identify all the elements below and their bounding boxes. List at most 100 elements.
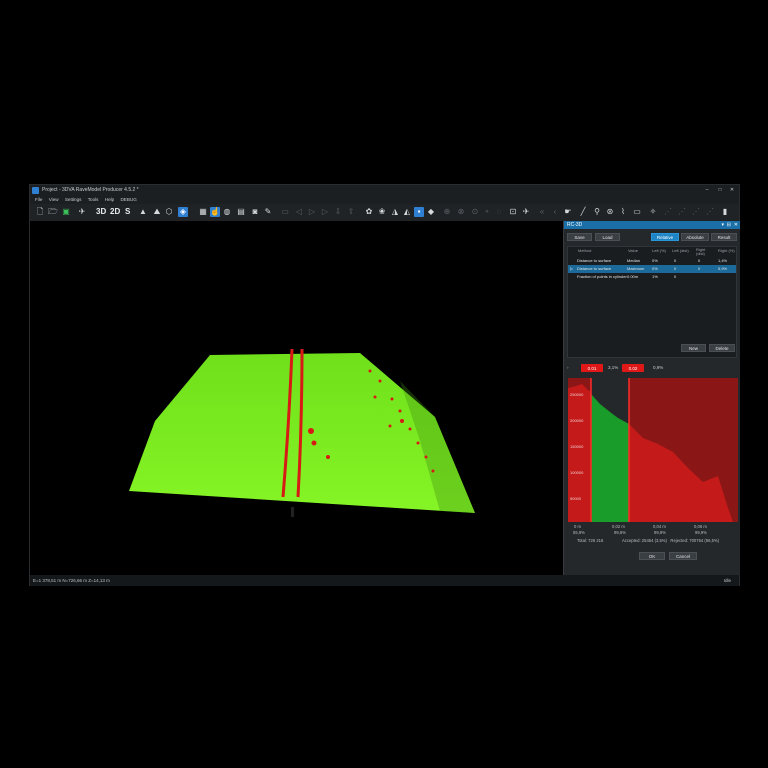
right-threshold-input[interactable]: 0.02 — [622, 364, 644, 372]
skip-icon[interactable]: ▷ — [320, 207, 330, 217]
dotted-line-2-icon[interactable]: ⋰ — [677, 207, 687, 217]
histogram-summary: Accepted: 25454 (3,5%) Rejected: 700764 … — [622, 538, 720, 543]
status-text: Idle — [723, 578, 731, 583]
location-icon[interactable]: ⊛ — [605, 207, 615, 217]
row-right-pct: 1,4% — [718, 258, 728, 263]
export-icon[interactable]: ⊡ — [508, 207, 518, 217]
menu-view[interactable]: View — [49, 197, 59, 202]
color-icon[interactable]: ❀ — [377, 207, 387, 217]
step-back-icon[interactable]: ◁ — [294, 207, 304, 217]
row-method: Distance to surface — [577, 258, 612, 263]
prev-icon[interactable]: ‹ — [550, 207, 560, 217]
row-left-dist: 0 — [674, 258, 677, 263]
menu-tools[interactable]: Tools — [88, 197, 99, 202]
view-2d-button[interactable]: 2D — [110, 207, 120, 217]
dotted-line-icon[interactable]: ⋰ — [663, 207, 673, 217]
left-threshold-input[interactable]: 0.01 — [581, 364, 603, 372]
table-row[interactable]: Distance to surface Median 0% 0 0 1,4% — [568, 257, 736, 265]
column-value: Value — [628, 248, 638, 253]
plane-icon[interactable]: ✈ — [521, 207, 531, 217]
row-left-pct: 1% — [652, 274, 658, 279]
grid-icon[interactable]: ▦ — [198, 207, 208, 217]
maximize-button[interactable]: □ — [714, 185, 726, 196]
polyline-icon[interactable]: ⌇ — [618, 207, 628, 217]
view-s-button[interactable]: S — [125, 207, 130, 217]
lamp-icon[interactable]: ▮ — [720, 207, 730, 217]
relative-mode-button[interactable]: Relative — [651, 233, 679, 241]
x-tick: 0,06 m — [694, 524, 707, 529]
map-icon[interactable]: ▤ — [236, 207, 246, 217]
terrain-icon[interactable]: ▲ — [138, 207, 148, 217]
panel-menu-icon[interactable]: ▾ — [721, 221, 724, 229]
x-tick: 0 m — [574, 524, 581, 529]
save-button[interactable]: Save — [567, 233, 592, 241]
tag-icon[interactable]: ◆ — [426, 207, 436, 217]
rewind-icon[interactable]: « — [537, 207, 547, 217]
row-left-pct: 0% — [652, 258, 658, 263]
paint-icon[interactable]: ▭ — [280, 207, 290, 217]
column-left-pct: Left (%) — [652, 248, 667, 253]
absolute-mode-button[interactable]: Absolute — [681, 233, 709, 241]
node-icon[interactable]: ∘ — [482, 207, 492, 217]
close-button[interactable]: ✕ — [726, 185, 738, 196]
ok-button[interactable]: OK — [639, 552, 665, 560]
histogram-info: 0 m 55,9% 0,02 m 99,6% 0,04 m 99,9% 0,06… — [564, 522, 740, 552]
delete-button[interactable]: Delete — [709, 344, 735, 352]
square-select-icon[interactable]: ▪ — [414, 207, 424, 217]
down-icon[interactable]: ⇩ — [333, 207, 343, 217]
distance-histogram[interactable]: 250000 200000 150000 100000 50000 — [568, 378, 738, 522]
y-tick: 150000 — [570, 444, 584, 449]
wand-icon[interactable]: ✧ — [648, 207, 658, 217]
table-row-selected[interactable]: ▷ Distance to surface Maximum 0% 0 0 5,9… — [568, 265, 736, 273]
minimize-button[interactable]: – — [701, 185, 713, 196]
new-file-icon[interactable]: 🗋 — [35, 207, 45, 217]
save-icon[interactable]: ▣ — [61, 207, 71, 217]
row-method: Fraction of points in cylinder — [577, 274, 627, 279]
crosshair-icon[interactable]: ⊗ — [456, 207, 466, 217]
target-icon[interactable]: ⊕ — [442, 207, 452, 217]
menu-help[interactable]: Help — [105, 197, 114, 202]
brush-icon[interactable]: ☛ — [563, 207, 573, 217]
dotted-line-3-icon[interactable]: ⋰ — [691, 207, 701, 217]
new-button[interactable]: New — [681, 344, 706, 352]
panel-close-icon[interactable]: ✕ — [734, 221, 738, 229]
view-3d-button[interactable]: 3D — [96, 207, 106, 217]
menu-file[interactable]: File — [35, 197, 42, 202]
globe-small-icon[interactable]: ◌ — [494, 207, 504, 217]
panel-title: RC-3D — [567, 222, 583, 228]
table-row[interactable]: Fraction of points in cylinder 0.00m 1% … — [568, 273, 736, 281]
cube-icon[interactable]: ⬡ — [164, 207, 174, 217]
surface-icon[interactable]: ⛰ — [152, 207, 162, 217]
load-button[interactable]: Load — [595, 233, 620, 241]
paint-bucket-icon[interactable]: ◭ — [402, 207, 412, 217]
x-tick-pct: 99,9% — [695, 530, 707, 535]
point-icon[interactable]: ⊙ — [470, 207, 480, 217]
shield-icon[interactable]: ◈ — [178, 207, 188, 217]
panel-float-icon[interactable]: ⊟ — [727, 221, 731, 229]
3d-viewport[interactable] — [30, 221, 563, 575]
palette-icon[interactable]: ✿ — [364, 207, 374, 217]
menu-debug[interactable]: DEBUG — [120, 197, 136, 202]
ruler-icon[interactable]: ✎ — [263, 207, 273, 217]
application-window: Project - 3DVA RaveModel Producer 4.5.2 … — [29, 184, 740, 586]
globe-icon[interactable]: ◍ — [222, 207, 232, 217]
result-button[interactable]: Result — [711, 233, 737, 241]
menu-settings[interactable]: Settings — [65, 197, 82, 202]
row-right-pct: 5,9% — [718, 266, 728, 271]
column-method: Method — [578, 248, 592, 253]
camera-icon[interactable]: ◙ — [250, 207, 260, 217]
pin-icon[interactable]: ⚲ — [592, 207, 602, 217]
dotted-line-4-icon[interactable]: ⋰ — [705, 207, 715, 217]
hand-tool-icon[interactable]: ☝ — [210, 207, 220, 217]
cancel-button[interactable]: Cancel — [669, 552, 697, 560]
title-bar: Project - 3DVA RaveModel Producer 4.5.2 … — [30, 185, 739, 196]
up-icon[interactable]: ⇧ — [346, 207, 356, 217]
line-tool-icon[interactable]: ╱ — [578, 207, 588, 217]
row-expand-icon[interactable]: ▷ — [570, 265, 573, 273]
open-folder-icon[interactable]: 🗁 — [48, 207, 58, 217]
step-forward-icon[interactable]: ▷ — [307, 207, 317, 217]
satellite-icon[interactable]: ✈ — [77, 207, 87, 217]
layer-icon[interactable]: ◮ — [390, 207, 400, 217]
measure-icon[interactable]: ▭ — [632, 207, 642, 217]
row-left-pct: 0% — [652, 266, 658, 271]
